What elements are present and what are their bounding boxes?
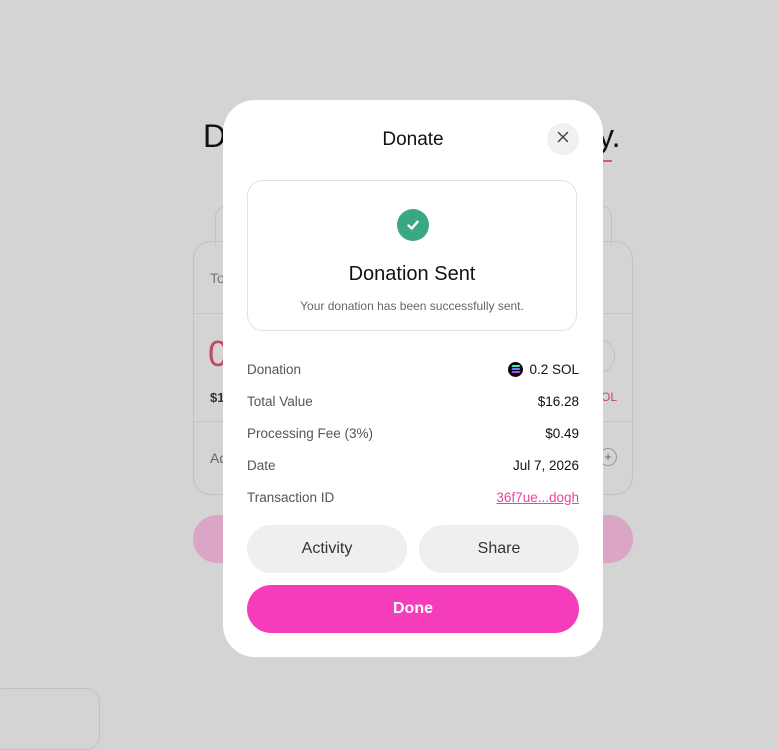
transaction-row: Transaction ID 36f7ue...dogh [247, 481, 579, 513]
date-row: Date Jul 7, 2026 [247, 449, 579, 481]
activity-button[interactable]: Activity [247, 525, 407, 573]
fee-row: Processing Fee (3%) $0.49 [247, 417, 579, 449]
check-circle-icon [397, 209, 429, 241]
total-value-label: Total Value [247, 393, 313, 409]
donation-row: Donation 0.2 SOL [247, 353, 579, 385]
close-icon [557, 130, 569, 148]
total-value-row: Total Value $16.28 [247, 385, 579, 417]
success-subtitle: Your donation has been successfully sent… [300, 299, 524, 313]
modal-title: Donate [382, 129, 444, 150]
success-title: Donation Sent [348, 263, 476, 285]
close-button[interactable] [547, 123, 579, 155]
total-value: $16.28 [537, 393, 579, 409]
donate-modal: Donate Donation Sent Your donation has b… [223, 100, 603, 657]
bg-corner-panel [0, 688, 100, 750]
done-button[interactable]: Done [247, 585, 579, 633]
fee-label: Processing Fee (3%) [247, 425, 374, 441]
bg-sol-suffix: OL [601, 390, 618, 404]
fee-value: $0.49 [545, 425, 579, 441]
date-label: Date [247, 457, 276, 473]
transaction-label: Transaction ID [247, 489, 335, 505]
solana-icon [508, 361, 524, 377]
donation-value: 0.2 SOL [529, 361, 579, 377]
donation-details: Donation 0.2 SOL Total Value $16.28 Proc… [247, 353, 579, 513]
transaction-id-link[interactable]: 36f7ue...dogh [496, 490, 579, 505]
date-value: Jul 7, 2026 [512, 457, 579, 473]
donation-label: Donation [247, 361, 302, 377]
share-button[interactable]: Share [419, 525, 579, 573]
success-card: Donation Sent Your donation has been suc… [247, 180, 577, 331]
